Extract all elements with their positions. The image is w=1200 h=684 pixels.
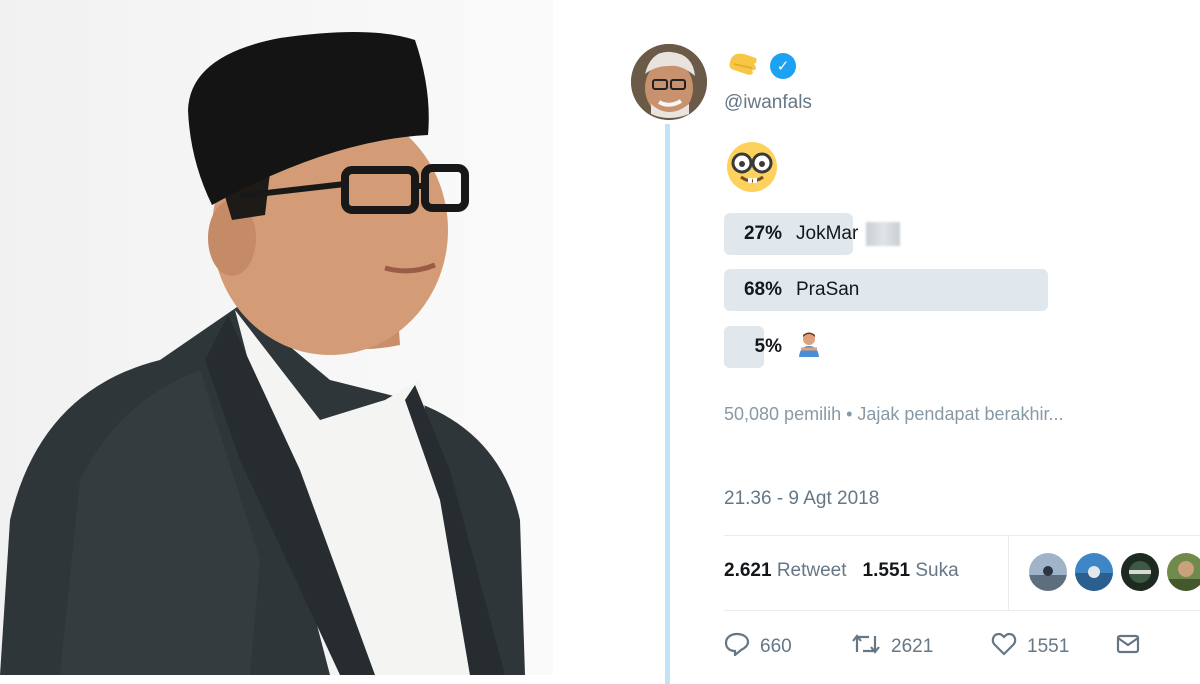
divider bbox=[724, 610, 1200, 611]
clapping-hands-icon bbox=[726, 48, 760, 84]
like-count: 1.551 bbox=[862, 560, 911, 581]
tweet-card: ✓ @iwanfals 27% JokMar 68% PraSan 5% 50,… bbox=[553, 0, 1200, 684]
poll-label bbox=[796, 331, 822, 363]
reply-button[interactable]: 660 bbox=[724, 632, 851, 662]
portrait-photo bbox=[0, 0, 553, 675]
retweet-icon bbox=[851, 632, 881, 662]
tweet-actions: 660 2621 1551 bbox=[724, 632, 1140, 662]
tweet-stats: 2.621 Retweet 1.551 Suka bbox=[724, 560, 959, 582]
tweet-timestamp[interactable]: 21.36 - 9 Agt 2018 bbox=[724, 488, 879, 510]
reply-icon bbox=[724, 632, 750, 662]
person-gesture-emoji bbox=[796, 331, 822, 363]
poll-label: PraSan bbox=[796, 279, 859, 301]
retweet-action-count: 2621 bbox=[891, 636, 934, 657]
like-button[interactable]: 1551 bbox=[991, 632, 1116, 662]
liker-avatars bbox=[1029, 553, 1200, 591]
poll-percent: 5% bbox=[754, 336, 782, 357]
like-label: Suka bbox=[915, 560, 959, 581]
poll-percent: 27% bbox=[743, 223, 782, 244]
message-icon bbox=[1116, 634, 1140, 660]
thread-line bbox=[665, 124, 670, 684]
blurred-emoji bbox=[866, 222, 901, 246]
poll-option-2: 68% PraSan bbox=[724, 269, 1048, 311]
poll-option-1: 27% JokMar bbox=[724, 213, 901, 255]
like-stat[interactable]: 1.551 Suka bbox=[863, 560, 959, 582]
poll-option-3: 5% bbox=[724, 326, 822, 368]
retweet-button[interactable]: 2621 bbox=[851, 632, 991, 662]
poll-percent: 68% bbox=[743, 279, 782, 300]
direct-message-button[interactable] bbox=[1116, 634, 1140, 660]
divider bbox=[724, 535, 1200, 536]
stats-separator bbox=[1008, 536, 1009, 610]
poll-label-text: JokMar bbox=[796, 223, 859, 244]
avatar[interactable] bbox=[1075, 553, 1113, 591]
avatar[interactable] bbox=[1121, 553, 1159, 591]
avatar[interactable] bbox=[1029, 553, 1067, 591]
like-action-count: 1551 bbox=[1027, 636, 1070, 657]
poll-label: JokMar bbox=[796, 222, 901, 246]
retweet-stat[interactable]: 2.621 Retweet bbox=[724, 560, 847, 582]
avatar[interactable] bbox=[631, 44, 707, 120]
user-handle[interactable]: @iwanfals bbox=[724, 92, 812, 114]
display-name: ✓ bbox=[726, 48, 796, 84]
retweet-label: Retweet bbox=[776, 560, 847, 581]
nerd-face-emoji bbox=[725, 140, 779, 199]
retweet-count: 2.621 bbox=[724, 560, 772, 581]
heart-icon bbox=[991, 632, 1017, 662]
avatar[interactable] bbox=[1167, 553, 1200, 591]
poll-meta: 50,080 pemilih • Jajak pendapat berakhir… bbox=[724, 404, 1064, 424]
verified-badge-icon: ✓ bbox=[770, 53, 796, 79]
reply-count: 660 bbox=[760, 636, 792, 657]
poll-label-text: PraSan bbox=[796, 279, 860, 300]
